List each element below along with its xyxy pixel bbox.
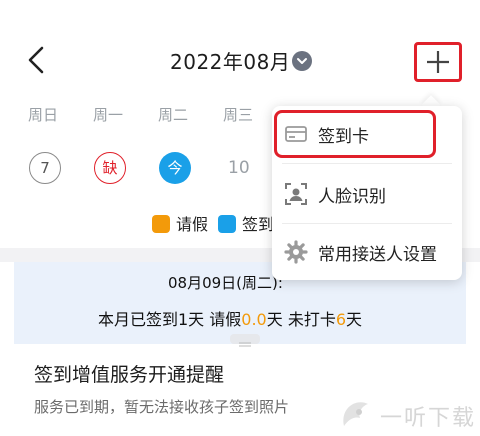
legend-item-leave: 请假: [152, 211, 208, 235]
menu-item-face-recognition[interactable]: 人脸识别: [272, 166, 462, 222]
menu-item-label: 常用接送人设置: [318, 245, 437, 265]
day-cell-today[interactable]: 今: [159, 152, 191, 184]
stats-middle: 天 未打卡: [266, 310, 336, 329]
add-button[interactable]: [414, 42, 462, 82]
legend-item-signin: 签到: [218, 211, 274, 235]
header-bar: 2022年08月: [0, 0, 480, 88]
menu-item-label: 人脸识别: [318, 187, 386, 207]
day-cell[interactable]: 7: [29, 152, 61, 184]
highlight-box: [274, 110, 436, 158]
watermark: 一听下载: [336, 394, 478, 434]
stats-prefix: 本月已签到1天 请假: [98, 310, 242, 329]
reminder-title[interactable]: 签到增值服务开通提醒: [34, 360, 224, 387]
back-arrow-icon[interactable]: [22, 42, 50, 78]
gear-icon: [284, 240, 308, 264]
watermark-logo: [343, 402, 368, 426]
stats-suffix: 天: [346, 310, 363, 329]
face-scan-icon: [285, 183, 307, 205]
leave-color-swatch: [152, 215, 170, 233]
weekday-label: 周三: [223, 106, 254, 124]
legend-label: 签到: [242, 215, 275, 234]
reminder-body: 服务已到期，暂无法接收孩子签到照片: [34, 398, 290, 416]
legend-label: 请假: [176, 215, 209, 234]
weekday-label: 周日: [28, 106, 59, 124]
missed-days-value: 6: [335, 310, 347, 329]
weekday-label: 周二: [158, 106, 189, 124]
summary-stats: 本月已签到1天 请假0.0天 未打卡6天: [98, 306, 362, 330]
day-cell-absent[interactable]: 缺: [94, 152, 126, 184]
plus-icon: [427, 51, 449, 73]
month-title[interactable]: 2022年08月: [170, 46, 290, 75]
menu-item-pickup-settings[interactable]: 常用接送人设置: [272, 224, 462, 280]
leave-days-value: 0.0: [241, 310, 267, 329]
day-cell[interactable]: 10: [228, 158, 250, 178]
month-dropdown-icon[interactable]: [292, 51, 312, 71]
weekday-label: 周一: [93, 106, 124, 124]
signin-color-swatch: [218, 215, 236, 233]
menu-divider: [282, 163, 452, 164]
summary-date: 08月09日(周二):: [168, 274, 283, 292]
drag-handle[interactable]: [230, 334, 260, 347]
watermark-text: 一听下载: [380, 406, 477, 431]
